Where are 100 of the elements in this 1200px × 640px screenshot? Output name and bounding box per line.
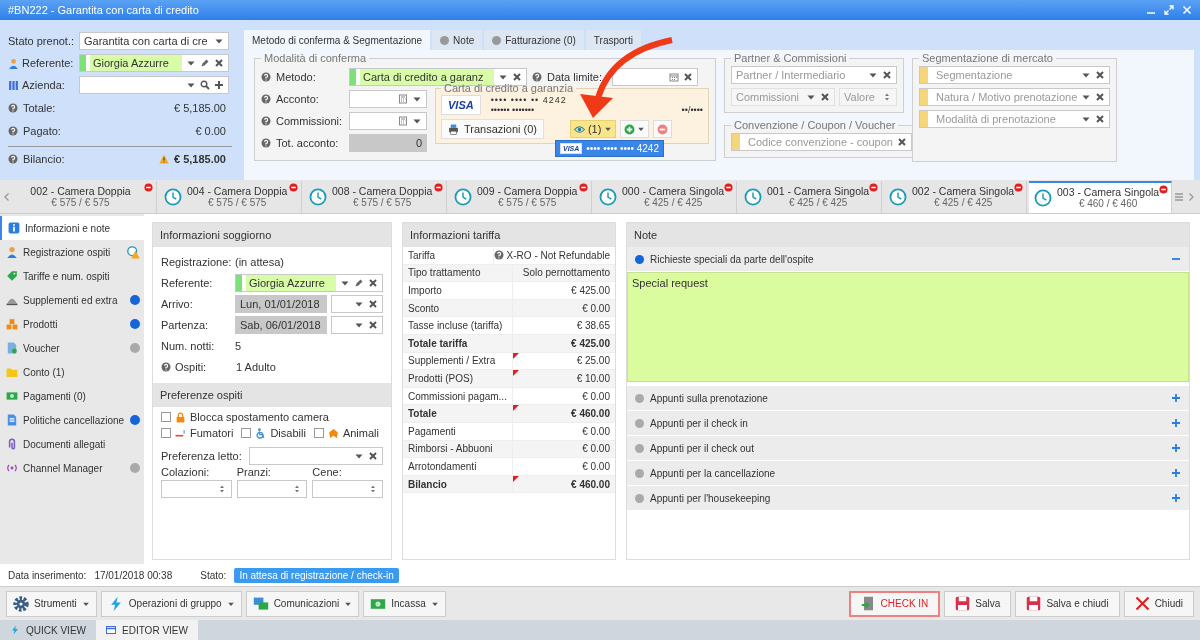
checkbox[interactable]	[161, 428, 171, 438]
table-cell: € 460.00	[513, 405, 615, 422]
clear-icon[interactable]	[368, 298, 378, 309]
room-tab[interactable]: 003 - Camera Singola € 460 / € 460	[1029, 180, 1172, 213]
remove-icon[interactable]	[434, 182, 443, 192]
deposit-field[interactable]	[349, 90, 427, 108]
remove-icon[interactable]	[1014, 182, 1023, 192]
table-cell-text: Solo pernottamento	[521, 266, 611, 281]
note-section-header[interactable]: Appunti per la cancellazione	[627, 461, 1189, 485]
note-section-header[interactable]: Appunti per il check in	[627, 411, 1189, 435]
clear-icon[interactable]	[896, 137, 907, 147]
time-select[interactable]	[331, 294, 383, 313]
sidebar-item[interactable]: Supplementi ed extra	[0, 288, 144, 312]
card-holder: •••••• •••••••	[490, 105, 535, 115]
tab[interactable]: Trasporti	[585, 30, 641, 50]
clear-icon[interactable]	[368, 450, 378, 461]
search-icon[interactable]	[200, 80, 210, 90]
clear-icon[interactable]	[683, 72, 693, 82]
clear-icon[interactable]	[214, 58, 224, 68]
tab[interactable]: Fatturazione (0)	[484, 30, 584, 50]
sidebar-item[interactable]: Conto (1)	[0, 360, 144, 384]
toolbar-button[interactable]: Comunicazioni	[245, 590, 360, 617]
sidebar-item[interactable]: Channel Manager	[0, 456, 144, 480]
maximize-icon[interactable]	[1164, 5, 1174, 15]
close-icon[interactable]	[1182, 5, 1192, 15]
checkbox[interactable]	[161, 412, 171, 422]
boxes-icon	[6, 318, 18, 330]
clear-icon[interactable]	[1095, 114, 1106, 124]
action-button[interactable]: Chiudi	[1123, 590, 1194, 617]
note-section-header[interactable]: Appunti per l'housekeeping	[627, 486, 1189, 510]
card-logo: VISA	[441, 95, 481, 115]
clear-icon[interactable]	[368, 319, 378, 330]
table-cell-text: € 38.65	[575, 319, 611, 334]
sidebar-item[interactable]: Voucher	[0, 336, 144, 360]
clear-icon[interactable]	[882, 70, 892, 80]
view-tab[interactable]: EDITOR VIEW	[96, 620, 198, 640]
action-button[interactable]: Salva e chiudi	[1015, 590, 1120, 617]
clear-icon[interactable]	[1095, 92, 1106, 102]
remove-icon[interactable]	[724, 182, 733, 192]
panel-title: Informazioni tariffa	[403, 223, 615, 247]
contact-field[interactable]: Giorgia Azzurre	[235, 273, 383, 292]
document-icon	[6, 342, 18, 354]
sidebar-item[interactable]: Pagamenti (0)	[0, 384, 144, 408]
sidebar-item[interactable]: Prodotti	[0, 312, 144, 336]
remove-icon[interactable]	[144, 182, 153, 192]
remove-icon[interactable]	[869, 182, 878, 192]
tab[interactable]: Note	[432, 30, 483, 50]
note-section-header[interactable]: Richieste speciali da parte dell'ospite	[627, 247, 1189, 271]
number-field[interactable]	[161, 480, 232, 498]
remove-button[interactable]	[653, 120, 673, 138]
expand-icon[interactable]	[1171, 418, 1181, 428]
action-button[interactable]: CHECK IN	[848, 590, 941, 617]
save-icon	[1026, 596, 1042, 611]
number-field[interactable]	[312, 480, 383, 498]
add-icon[interactable]	[214, 80, 224, 90]
table-cell: Supplementi / Extra	[403, 352, 513, 370]
pencil-icon[interactable]	[200, 58, 210, 68]
expand-icon[interactable]	[1171, 393, 1181, 403]
checkbox[interactable]	[313, 428, 324, 438]
status-select[interactable]: Garantita con carta di cre	[79, 32, 229, 50]
expand-icon[interactable]	[1171, 468, 1181, 478]
time-select[interactable]	[331, 315, 383, 334]
table-cell: € 10.00	[513, 370, 615, 387]
remove-icon[interactable]	[289, 182, 298, 192]
contact-field[interactable]: Giorgia Azzurre	[79, 54, 229, 72]
remove-icon[interactable]	[579, 182, 588, 192]
commission-field[interactable]	[349, 112, 427, 130]
action-button[interactable]: Salva	[944, 590, 1012, 617]
sidebar-item[interactable]: Informazioni e note	[0, 216, 144, 240]
toolbar-button[interactable]: Incassa	[363, 590, 446, 617]
clear-icon[interactable]	[1095, 70, 1106, 80]
sidebar-item[interactable]: Tariffe e num. ospiti	[0, 264, 144, 288]
note-section-header[interactable]: Appunti per il check out	[627, 436, 1189, 460]
total-field: 0	[349, 134, 427, 152]
expand-icon[interactable]	[1171, 493, 1181, 503]
add-button[interactable]	[620, 120, 650, 138]
pencil-icon[interactable]	[354, 277, 364, 288]
note-text-area[interactable]: Special request	[627, 272, 1189, 382]
help-icon	[261, 116, 271, 126]
field-value: 1 Adulto	[236, 360, 276, 373]
clear-icon[interactable]	[820, 92, 830, 102]
sidebar-item[interactable]: Documenti allegati	[0, 432, 144, 456]
note-section-header[interactable]: Appunti sulla prenotazione	[627, 386, 1189, 410]
company-field[interactable]	[79, 76, 229, 94]
transactions-button[interactable]: Transazioni (0)	[441, 119, 544, 139]
checkbox[interactable]	[241, 428, 252, 438]
clear-icon[interactable]	[512, 72, 522, 82]
expand-icon[interactable]	[1171, 443, 1181, 453]
date-field[interactable]	[612, 68, 698, 86]
toolbar-button[interactable]: Operazioni di gruppo	[100, 590, 242, 617]
antenna-icon	[6, 462, 18, 474]
number-field[interactable]	[236, 480, 308, 498]
tab[interactable]: Metodo di conferma & Segmentazione	[244, 30, 431, 50]
remove-icon[interactable]	[1159, 184, 1168, 194]
toolbar-button[interactable]: Strumenti	[6, 590, 97, 617]
clear-icon[interactable]	[368, 277, 378, 288]
view-button[interactable]: (1)	[569, 120, 617, 138]
view-tab[interactable]: QUICK VIEW	[0, 620, 96, 640]
sidebar-item[interactable]: Registrazione ospiti	[0, 240, 144, 264]
sidebar-item[interactable]: Politiche cancellazione	[0, 408, 144, 432]
